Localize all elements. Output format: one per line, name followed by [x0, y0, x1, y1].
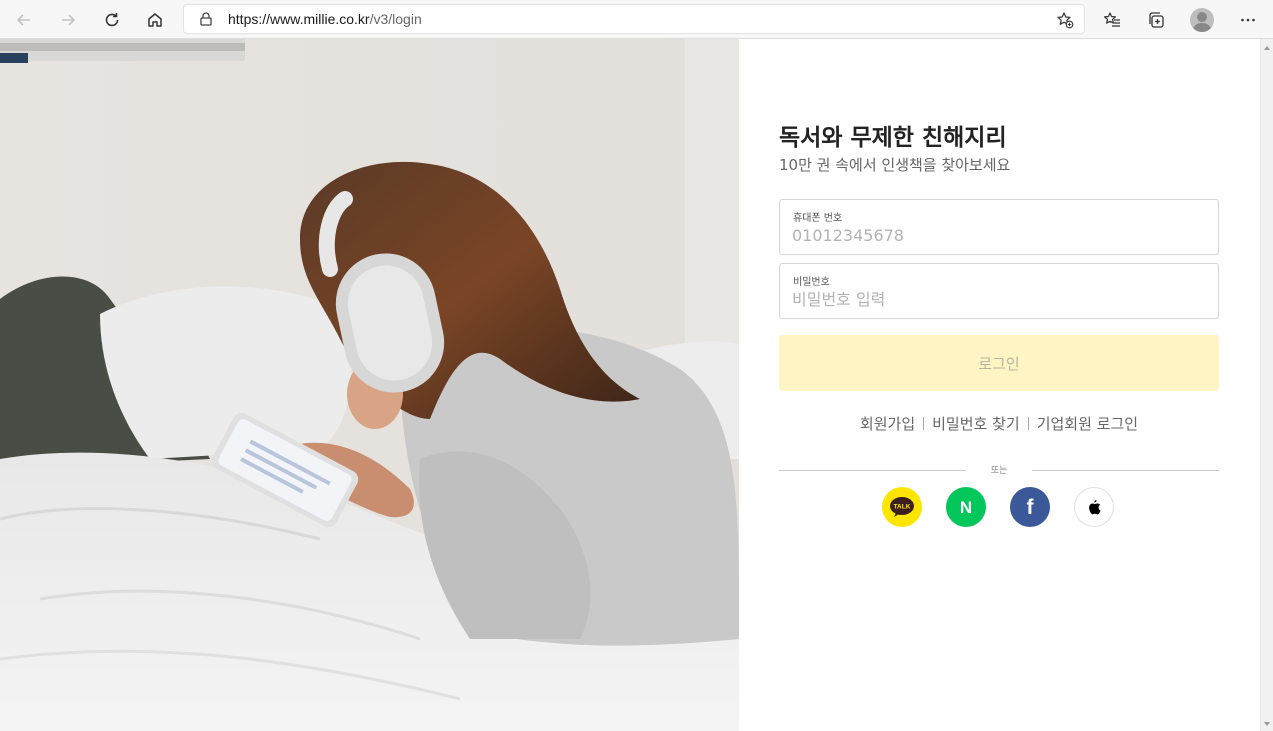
collections-icon — [1149, 12, 1164, 28]
hero-image — [0, 39, 739, 731]
naver-icon: N — [960, 498, 972, 516]
url-host: https://www.millie.co.kr — [228, 11, 370, 27]
home-button[interactable] — [141, 6, 169, 34]
login-panel: 독서와 무제한 친해지리 10만 권 속에서 인생책을 찾아보세요 휴대폰 번호… — [739, 39, 1260, 731]
page-subtitle: 10만 권 속에서 인생책을 찾아보세요 — [779, 156, 1011, 174]
password-field[interactable]: 비밀번호 — [779, 263, 1219, 319]
url-text: https://www.millie.co.kr/v3/login — [228, 11, 422, 27]
social-login-buttons: TALK N f — [882, 487, 1114, 527]
apple-login-button[interactable] — [1074, 487, 1114, 527]
lock-icon — [200, 12, 212, 26]
apple-icon — [1089, 500, 1101, 515]
facebook-icon: f — [1027, 496, 1035, 518]
find-password-link[interactable]: 비밀번호 찾기 — [932, 413, 1020, 434]
phone-input[interactable] — [792, 224, 1202, 246]
page-scrollbar[interactable] — [1260, 39, 1273, 731]
forward-icon — [62, 14, 76, 26]
link-separator — [1027, 417, 1029, 430]
kakao-icon-text: TALK — [894, 504, 911, 511]
page-title: 독서와 무제한 친해지리 — [779, 125, 1007, 151]
or-divider: 또는 — [779, 463, 1219, 477]
kakao-icon: TALK — [890, 497, 914, 517]
favorites-button[interactable] — [1098, 6, 1126, 34]
more-icon — [1241, 18, 1255, 22]
back-icon — [16, 14, 30, 26]
back-button[interactable] — [10, 6, 38, 34]
password-input[interactable] — [792, 288, 1202, 310]
refresh-icon — [105, 13, 119, 27]
forward-button[interactable] — [54, 6, 82, 34]
address-bar[interactable]: https://www.millie.co.kr/v3/login — [183, 4, 1085, 34]
add-favorite-icon[interactable] — [1056, 11, 1074, 29]
scroll-up-arrow[interactable] — [1264, 46, 1270, 50]
url-path: /v3/login — [369, 11, 422, 27]
phone-label: 휴대폰 번호 — [793, 213, 843, 224]
hero-illustration — [0, 39, 739, 731]
link-separator — [923, 417, 925, 430]
more-button[interactable] — [1234, 6, 1262, 34]
favorites-icon — [1104, 12, 1120, 27]
home-icon — [148, 13, 162, 27]
refresh-button[interactable] — [98, 6, 126, 34]
divider-line — [1032, 470, 1219, 471]
facebook-icon-text: f — [1027, 496, 1035, 518]
account-links: 회원가입 비밀번호 찾기 기업회원 로그인 — [779, 413, 1219, 434]
profile-avatar[interactable] — [1190, 8, 1214, 32]
phone-field[interactable]: 휴대폰 번호 — [779, 199, 1219, 255]
naver-login-button[interactable]: N — [946, 487, 986, 527]
naver-icon-text: N — [960, 498, 972, 516]
collections-button[interactable] — [1142, 6, 1170, 34]
business-login-link[interactable]: 기업회원 로그인 — [1037, 413, 1138, 434]
facebook-login-button[interactable]: f — [1010, 487, 1050, 527]
login-button[interactable]: 로그인 — [779, 335, 1219, 391]
password-label: 비밀번호 — [793, 277, 830, 288]
scroll-down-arrow[interactable] — [1264, 722, 1270, 726]
browser-toolbar: https://www.millie.co.kr/v3/login — [0, 0, 1273, 39]
signup-link[interactable]: 회원가입 — [860, 413, 915, 434]
kakao-login-button[interactable]: TALK — [882, 487, 922, 527]
